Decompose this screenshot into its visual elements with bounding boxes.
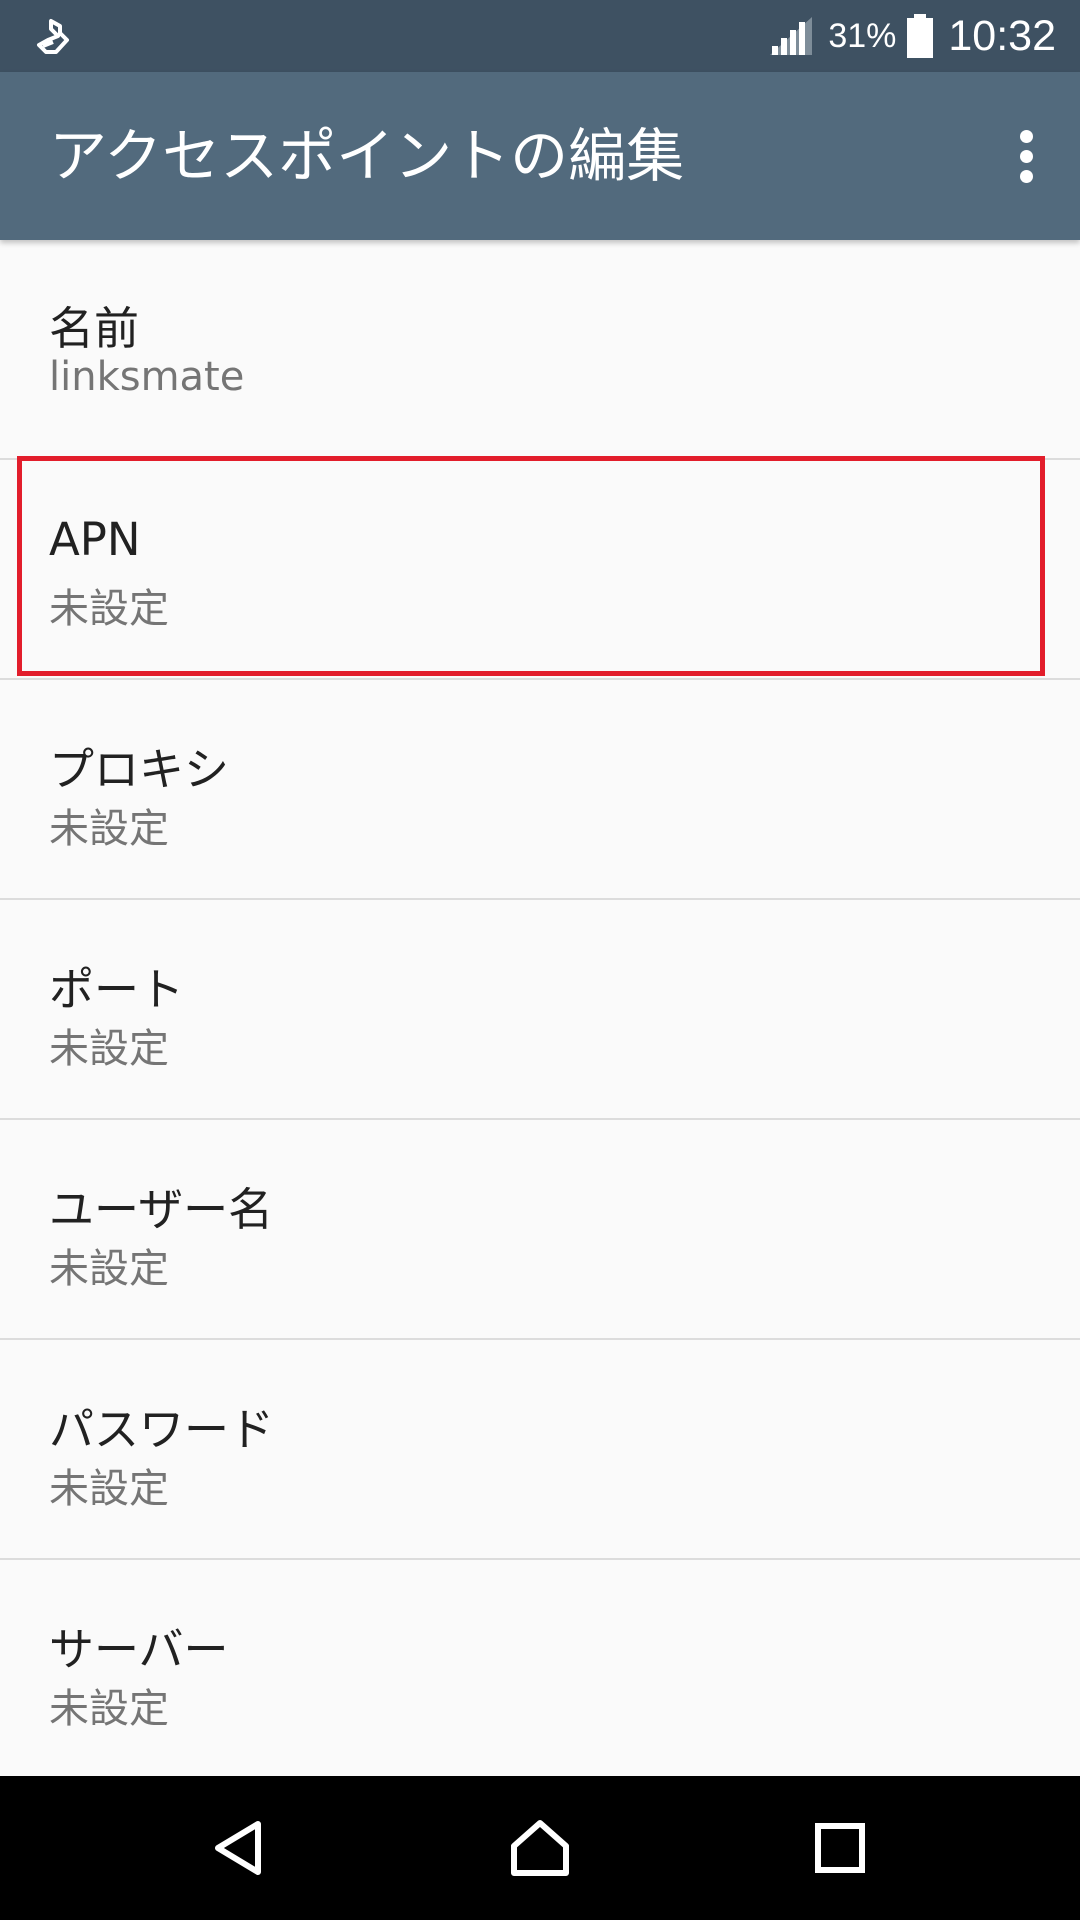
status-icons: 31% 10:32 [768,0,1056,72]
recents-icon [815,1823,865,1873]
back-icon [215,1821,261,1875]
home-button[interactable] [490,1798,590,1898]
setting-summary: 未設定 [49,806,169,852]
battery-percent: 31% [828,16,897,55]
setting-name[interactable]: 名前 linksmate [0,240,1080,460]
setting-summary: linksmate [49,354,245,400]
status-bar: 31% 10:32 [0,0,1080,72]
setting-title: ユーザー名 [49,1183,274,1236]
setting-title: ポート [49,963,185,1016]
more-vert-icon [1019,129,1033,143]
setting-title: APN [49,513,141,566]
setting-port[interactable]: ポート 未設定 [0,900,1080,1120]
setting-title: プロキシ [49,743,230,796]
setting-summary: 未設定 [49,1026,169,1072]
setting-username[interactable]: ユーザー名 未設定 [0,1120,1080,1340]
setting-summary: 未設定 [49,1466,169,1512]
setting-title: パスワード [49,1403,275,1456]
battery-icon [907,14,934,58]
back-button[interactable] [190,1798,290,1898]
setting-summary: 未設定 [49,1246,169,1292]
setting-server[interactable]: サーバー 未設定 [0,1560,1080,1780]
setting-summary: 未設定 [49,1686,169,1732]
setting-title: サーバー [49,1623,229,1676]
apn-settings-list: 名前 linksmate APN 未設定 プロキシ 未設定 ポート 未設定 ユー… [0,240,1080,1780]
more-vert-icon-dot [1019,169,1033,183]
more-vert-icon-dot [1019,149,1033,163]
download-notification-icon [37,19,69,54]
setting-proxy[interactable]: プロキシ 未設定 [0,680,1080,900]
signal-icon [770,17,813,55]
app-bar: アクセスポイントの編集 [0,72,1080,240]
home-icon [511,1820,569,1876]
setting-apn[interactable]: APN 未設定 [0,460,1080,680]
more-options-button[interactable] [994,124,1058,188]
page-title: アクセスポイントの編集 [49,122,685,190]
setting-summary: 未設定 [49,586,169,632]
setting-title: 名前 [49,302,140,355]
navigation-bar [0,1776,1080,1920]
status-clock: 10:32 [948,11,1056,60]
screen: 31% 10:32 アクセスポイントの編集 名前 linksmate APN 未… [0,0,1080,1920]
setting-password[interactable]: パスワード 未設定 [0,1340,1080,1560]
recents-button[interactable] [790,1798,890,1898]
